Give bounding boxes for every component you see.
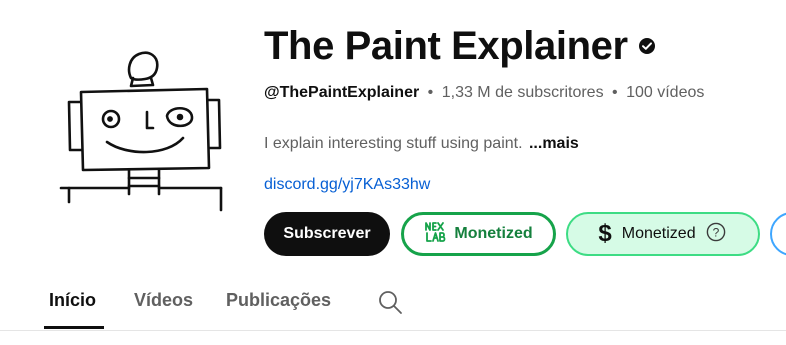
channel-tabs: Início Vídeos Publicações [0,278,786,330]
search-icon[interactable] [377,289,403,320]
description-text: I explain interesting stuff using paint. [264,135,523,152]
channel-description[interactable]: I explain interesting stuff using paint.… [264,135,579,153]
channel-page: The Paint Explainer @ThePaintExplainer •… [0,0,786,345]
extra-action-button[interactable] [770,212,786,256]
verified-check-icon [638,37,656,60]
tab-inicio[interactable]: Início [49,290,96,311]
help-icon[interactable]: ? [706,222,726,247]
robot-avatar-icon [59,51,223,212]
channel-handle[interactable]: @ThePaintExplainer [264,84,419,101]
channel-meta: @ThePaintExplainer • 1,33 M de subscrito… [264,84,704,102]
subscriber-count: 1,33 M de subscritores [441,84,604,101]
channel-link[interactable]: discord.gg/yj7KAs33hw [264,176,430,194]
monetized-button-secondary[interactable]: $ Monetized ? [566,212,760,256]
meta-separator: • [612,84,618,101]
channel-avatar[interactable] [55,42,227,214]
channel-title: The Paint Explainer [264,24,628,68]
video-count: 100 vídeos [626,84,705,101]
subscribe-button[interactable]: Subscrever [264,212,390,256]
nex-lab-logo-icon [424,220,446,249]
dollar-icon: $ [598,220,612,247]
channel-title-row: The Paint Explainer [264,22,656,70]
monetized-button-primary[interactable]: Monetized [401,212,556,256]
meta-separator: • [427,84,434,101]
tab-publicacoes[interactable]: Publicações [226,290,331,311]
monetized-primary-label: Monetized [454,225,533,242]
active-tab-indicator [44,326,104,329]
description-more-link[interactable]: ...mais [529,135,579,152]
monetized-secondary-label: Monetized [621,225,696,242]
svg-text:?: ? [712,225,719,239]
tab-videos[interactable]: Vídeos [134,290,193,311]
tabs-divider [0,330,786,331]
